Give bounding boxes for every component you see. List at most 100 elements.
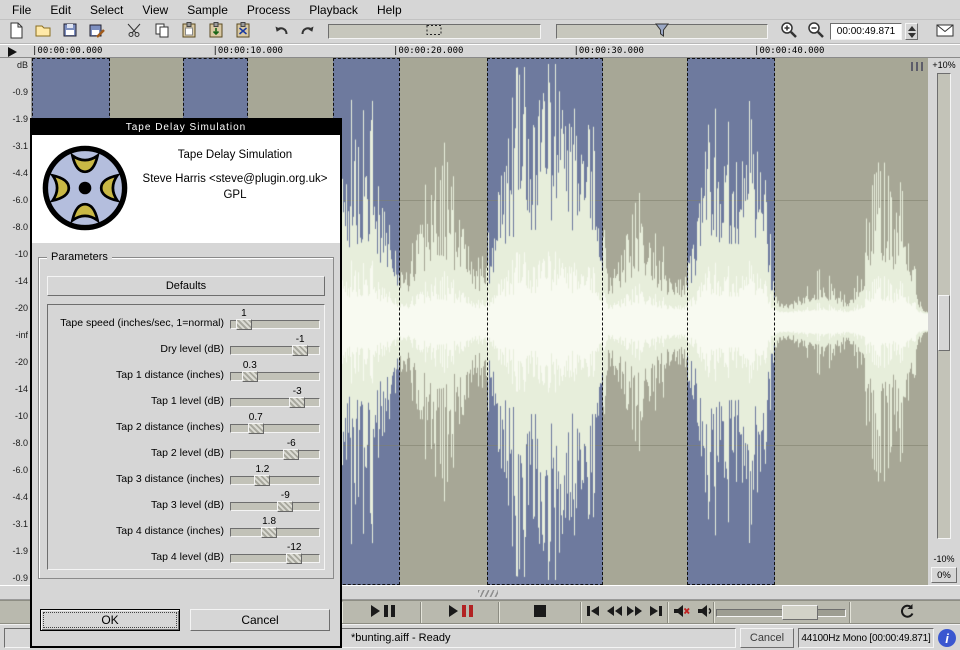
slider-trough[interactable] [230,476,320,485]
slider-trough[interactable] [716,609,846,617]
slider-thumb[interactable] [782,605,818,620]
go-start-button[interactable] [583,602,603,623]
mute-button[interactable] [670,602,692,623]
slider-handle[interactable] [236,319,252,330]
filter-scrub-bar[interactable] [556,24,769,39]
param-slider[interactable]: -12 [230,542,320,568]
defaults-button[interactable]: Defaults [47,276,325,296]
open-button[interactable] [31,21,54,42]
copy-icon [153,21,171,42]
application-window: File Edit Select View Sample Process Playback H… [0,0,960,650]
slider-handle[interactable] [261,527,277,538]
slider-trough[interactable] [230,554,320,563]
save-as-button[interactable] [85,21,108,42]
loop-icon [898,603,916,622]
db-label: -4.4 [12,168,28,178]
menu-file[interactable]: File [12,3,31,17]
timeline-ruler[interactable]: |00:00:00.000|00:00:10.000|00:00:20.000|… [0,44,960,58]
play-all-button[interactable] [345,602,421,623]
paste-button[interactable] [177,21,200,42]
slider-trough[interactable] [230,424,320,433]
menu-select[interactable]: Select [90,3,123,17]
save-button[interactable] [58,21,81,42]
spinner-down-icon[interactable] [908,33,916,38]
paste-mix-button[interactable] [204,21,227,42]
go-end-button[interactable] [646,602,666,623]
fast-forward-icon [626,605,644,620]
db-label: -1.9 [12,546,28,556]
undo-button[interactable] [269,21,292,42]
record-button[interactable] [933,21,956,42]
fast-forward-button[interactable] [625,602,645,623]
slider-handle[interactable] [254,475,270,486]
playback-position-slider[interactable] [716,602,846,623]
play-selection-button[interactable] [423,602,499,623]
parameters-panel: Tape speed (inches/sec, 1=normal)1Dry le… [47,304,325,570]
menu-sample[interactable]: Sample [187,3,228,17]
param-slider[interactable]: -9 [230,490,320,516]
slider-handle[interactable] [242,371,258,382]
zoom-min-label: -10% [928,554,960,564]
param-slider[interactable]: 0.7 [230,412,320,438]
redo-button[interactable] [296,21,319,42]
menu-process[interactable]: Process [247,3,290,17]
param-slider[interactable]: -1 [230,334,320,360]
rewind-icon [605,605,623,620]
scrollbar-thumb[interactable] [938,295,950,351]
copy-button[interactable] [150,21,173,42]
ok-button[interactable]: OK [40,609,180,631]
plugin-name: Tape Delay Simulation [132,149,338,161]
stop-icon [533,604,547,621]
new-file-button[interactable] [4,21,27,42]
param-slider[interactable]: 1.2 [230,464,320,490]
cancel-button[interactable]: Cancel [190,609,330,631]
resize-grip-icon[interactable] [478,590,498,597]
slider-handle[interactable] [248,423,264,434]
param-value: -1 [296,334,305,345]
pan-grip-icon[interactable] [911,62,924,71]
slider-handle[interactable] [292,345,308,356]
parameters-frame: Parameters Defaults Tape speed (inches/s… [38,257,334,579]
slider-handle[interactable] [286,553,302,564]
time-display-value: 00:00:49.871 [837,26,895,37]
slider-handle[interactable] [289,397,305,408]
zoom-out-button[interactable] [804,21,827,42]
param-slider[interactable]: -3 [230,386,320,412]
db-label: -20 [15,303,28,313]
menu-playback[interactable]: Playback [309,3,358,17]
param-slider[interactable]: -6 [230,438,320,464]
param-slider[interactable]: 1.8 [230,516,320,542]
param-slider[interactable]: 1 [230,308,320,334]
time-display[interactable]: 00:00:49.871 [830,23,902,40]
dialog-title-bar[interactable]: Tape Delay Simulation [32,120,340,135]
spinner-up-icon[interactable] [908,26,916,31]
menu-view[interactable]: View [142,3,168,17]
param-row-9: Tap 4 level (dB)-12 [52,542,320,568]
paste-xfade-button[interactable] [231,21,254,42]
time-spinner[interactable] [905,23,918,40]
vertical-zoom-scrollbar[interactable] [937,73,951,539]
status-cancel-button[interactable]: Cancel [740,628,794,648]
plugin-license: GPL [132,189,338,201]
selection-border [333,58,400,585]
menu-help[interactable]: Help [377,3,402,17]
loop-button[interactable] [893,602,921,623]
cut-button[interactable] [123,21,146,42]
slider-trough[interactable] [230,502,320,511]
param-row-6: Tap 3 distance (inches)1.2 [52,464,320,490]
param-row-0: Tape speed (inches/sec, 1=normal)1 [52,308,320,334]
param-label: Tap 1 level (dB) [52,395,230,412]
stop-button[interactable] [501,602,579,623]
slider-handle[interactable] [277,501,293,512]
param-slider[interactable]: 0.3 [230,360,320,386]
menu-bar: File Edit Select View Sample Process Playback H… [0,0,960,20]
info-button[interactable]: i [938,629,956,647]
rewind-button[interactable] [604,602,624,623]
vertical-zoom-column: +10% -10% 0% [928,58,960,585]
slider-trough[interactable] [230,450,320,459]
selection-scrub-bar[interactable] [328,24,541,39]
slider-trough[interactable] [230,398,320,407]
slider-handle[interactable] [283,449,299,460]
menu-edit[interactable]: Edit [50,3,71,17]
zoom-in-button[interactable] [777,21,800,42]
